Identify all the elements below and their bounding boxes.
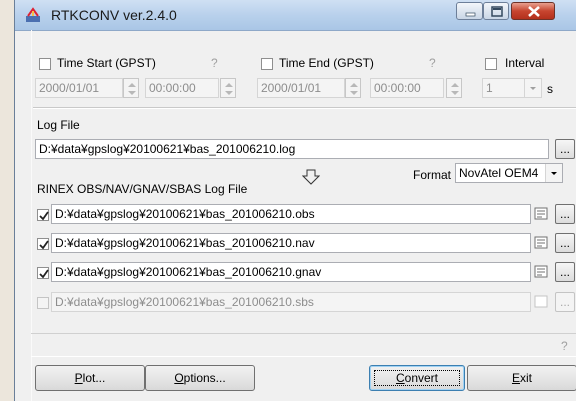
status-bar: ? [31, 333, 576, 357]
close-icon [528, 6, 540, 17]
format-select[interactable]: NovAtel OEM4 [455, 163, 563, 183]
interval-select[interactable]: 1 [482, 78, 542, 98]
maximize-icon [491, 6, 503, 17]
options-button[interactable]: Options... [145, 365, 255, 391]
edit-file-icon[interactable] [533, 206, 549, 222]
chevron-down-icon [524, 79, 541, 97]
rinex-file-browse-button[interactable]: ... [555, 262, 575, 282]
format-value: NovAtel OEM4 [459, 166, 539, 180]
interval-checkbox[interactable] [485, 58, 497, 70]
checkmark-icon [39, 211, 49, 221]
interval-value: 1 [486, 81, 493, 95]
spin-arrows-icon [128, 83, 136, 95]
chevron-down-icon [545, 164, 562, 182]
convert-button[interactable]: Convert [369, 365, 465, 391]
checkmark-icon [39, 269, 49, 279]
minimize-button[interactable] [456, 2, 483, 20]
rinex-file-browse-button[interactable]: ... [555, 233, 575, 253]
spin-arrows-icon [350, 83, 358, 95]
interval-label: Interval [505, 56, 545, 70]
window-title: RTKCONV ver.2.4.0 [51, 7, 177, 23]
time-start-checkbox[interactable] [39, 58, 51, 70]
options-mnemonic: O [174, 371, 184, 385]
edit-file-icon[interactable] [533, 235, 549, 251]
log-file-input[interactable]: D:¥data¥gpslog¥20100621¥bas_201006210.lo… [35, 139, 549, 159]
time-end-time-field[interactable]: 00:00:00 [370, 78, 444, 98]
rinex-file-checkbox[interactable] [37, 238, 49, 250]
time-end-label: Time End (GPST) [279, 56, 374, 70]
checkmark-icon [39, 240, 49, 250]
time-start-date-field[interactable]: 2000/01/01 [35, 78, 123, 98]
time-end-checkbox[interactable] [261, 58, 273, 70]
title-bar[interactable]: RTKCONV ver.2.4.0 [15, 0, 576, 31]
minimize-icon [465, 12, 476, 17]
spin-arrows-icon [451, 83, 459, 95]
rinex-file-input[interactable]: D:¥data¥gpslog¥20100621¥bas_201006210.sb… [51, 292, 531, 312]
status-help[interactable]: ? [561, 339, 568, 353]
maximize-button[interactable] [483, 2, 509, 20]
rinex-file-input[interactable]: D:¥data¥gpslog¥20100621¥bas_201006210.gn… [51, 262, 531, 282]
close-button[interactable] [511, 2, 555, 20]
time-start-label: Time Start (GPST) [57, 56, 156, 70]
rinex-file-input[interactable]: D:¥data¥gpslog¥20100621¥bas_201006210.na… [51, 233, 531, 253]
time-start-date-spin[interactable] [123, 78, 139, 98]
rtkconv-window: RTKCONV ver.2.4.0 Time Start (GPST) ? 20… [14, 0, 576, 401]
rinex-file-checkbox[interactable] [37, 297, 49, 309]
down-arrow-icon [302, 169, 320, 185]
plot-button[interactable]: Plot... [35, 365, 145, 391]
interval-unit: s [547, 82, 553, 96]
app-icon [26, 7, 40, 22]
log-file-browse-button[interactable]: ... [555, 139, 575, 159]
time-start-time-field[interactable]: 00:00:00 [145, 78, 219, 98]
focus-indicator [374, 370, 460, 386]
format-label: Format [413, 168, 452, 182]
spin-arrows-icon [225, 83, 233, 95]
time-start-time-spin[interactable] [220, 78, 236, 98]
rinex-file-browse-button[interactable]: ... [555, 292, 575, 312]
rinex-file-checkbox[interactable] [37, 209, 49, 221]
options-label: ptions... [183, 371, 226, 385]
rinex-files-label: RINEX OBS/NAV/GNAV/SBAS Log File [37, 182, 248, 196]
exit-button[interactable]: Exit [467, 365, 576, 391]
edit-file-icon[interactable] [533, 264, 549, 280]
exit-mnemonic: E [511, 371, 520, 385]
plot-label: lot... [82, 371, 106, 385]
log-file-label: Log File [37, 118, 80, 132]
time-start-help[interactable]: ? [211, 56, 218, 70]
rinex-file-input[interactable]: D:¥data¥gpslog¥20100621¥bas_201006210.ob… [51, 204, 531, 224]
rinex-file-browse-button[interactable]: ... [555, 204, 575, 224]
plot-mnemonic: P [74, 371, 83, 385]
rinex-file-checkbox[interactable] [37, 267, 49, 279]
exit-label: xit [520, 371, 532, 385]
edit-file-icon[interactable] [533, 294, 549, 310]
time-end-date-spin[interactable] [345, 78, 361, 98]
time-end-time-spin[interactable] [446, 78, 462, 98]
time-end-date-field[interactable]: 2000/01/01 [257, 78, 345, 98]
time-end-help[interactable]: ? [429, 56, 436, 70]
divider [33, 107, 576, 109]
